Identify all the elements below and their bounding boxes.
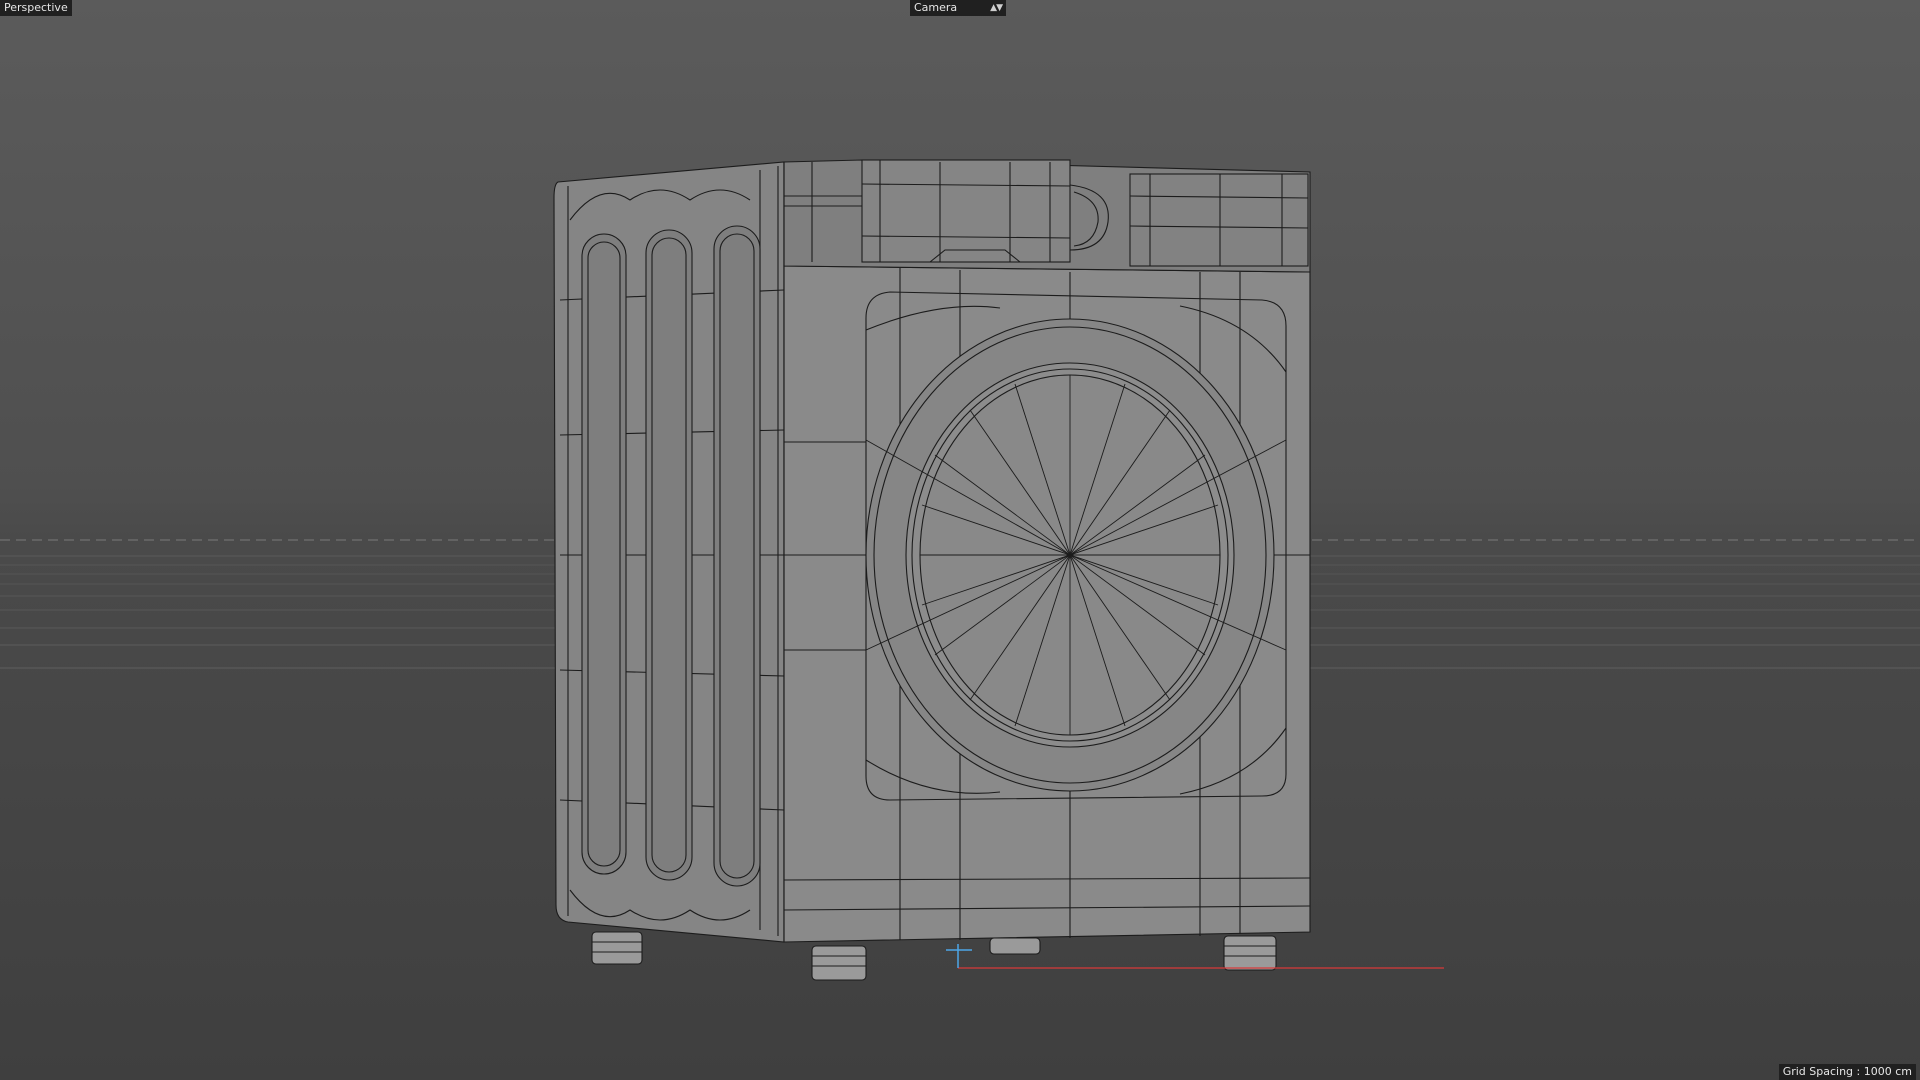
- camera-dropdown[interactable]: Camera ▲▼: [910, 0, 1006, 16]
- view-name-label[interactable]: Perspective: [0, 0, 72, 16]
- washing-machine-model[interactable]: [553, 159, 1311, 981]
- display-panel: [1129, 173, 1309, 267]
- grid-spacing-readout: Grid Spacing : 1000 cm: [1778, 1064, 1916, 1080]
- control-panel-center: [861, 159, 1071, 263]
- perspective-viewport[interactable]: Perspective Camera ▲▼ Grid Spacing : 100…: [0, 0, 1920, 1080]
- camera-label: Camera: [914, 1, 958, 14]
- viewport-scene[interactable]: [0, 0, 1920, 1080]
- updown-arrows-icon: ▲▼: [990, 3, 1003, 13]
- side-ribs: [559, 162, 785, 942]
